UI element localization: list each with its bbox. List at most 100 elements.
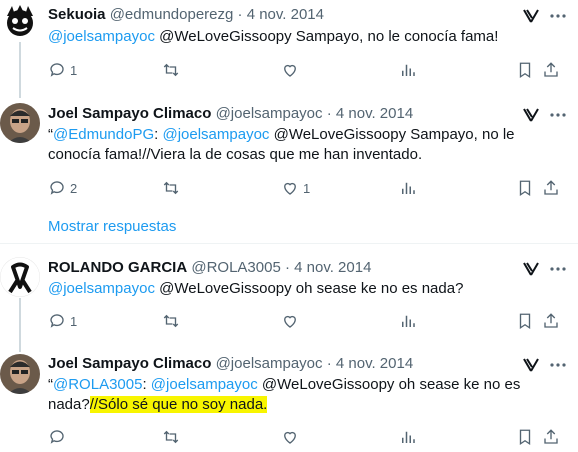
retweet-icon [163, 430, 179, 444]
like-button[interactable] [281, 428, 299, 446]
bookmark-button[interactable] [516, 179, 534, 197]
views-icon [402, 64, 415, 76]
retweet-icon [163, 63, 179, 77]
like-icon [284, 182, 296, 195]
grok-icon[interactable] [521, 355, 541, 375]
thread-line [19, 298, 21, 352]
action-bar: 1 [48, 312, 568, 332]
separator-dot: · [284, 259, 290, 276]
retweet-icon [163, 314, 179, 328]
mention-link[interactable]: @joelsampayoc [48, 280, 155, 297]
bookmark-icon [519, 62, 531, 79]
reply-icon [50, 63, 64, 77]
more-icon[interactable] [548, 355, 568, 375]
tweet-text: “@EdmundoPG: @joelsampayoc @WeLoveGissoo… [48, 125, 528, 165]
author-handle[interactable]: @joelsampayoc [216, 105, 323, 122]
tweet-date[interactable]: 4 nov. 2014 [336, 105, 413, 122]
author-name[interactable]: Sekuoia [48, 6, 106, 23]
tweet-header: ROLANDO GARCIA @ROLA3005 · 4 nov. 2014 [48, 258, 371, 278]
views-button[interactable] [399, 312, 417, 330]
tweet-text-segment: : [142, 376, 151, 393]
mention-link[interactable]: @ROLA3005 [53, 376, 142, 393]
tweet-header: Sekuoia @edmundoperezg · 4 nov. 2014 [48, 5, 324, 25]
tweet-text: @joelsampayoc @WeLoveGissoopy oh sease k… [48, 279, 538, 299]
reply-button[interactable]: 2 [48, 179, 77, 197]
avatar[interactable] [0, 2, 40, 42]
action-bar: 2 1 [48, 179, 568, 199]
views-button[interactable] [399, 61, 417, 79]
share-button[interactable] [542, 179, 560, 197]
bookmark-button[interactable] [516, 428, 534, 446]
bookmark-icon [519, 429, 531, 446]
grok-icon[interactable] [521, 105, 541, 125]
share-icon [544, 429, 558, 444]
views-button[interactable] [399, 179, 417, 197]
author-handle[interactable]: @ROLA3005 [191, 259, 280, 276]
mention-link[interactable]: @joelsampayoc [162, 126, 269, 143]
tweet-2[interactable]: Joel Sampayo Climaco @joelsampayoc · 4 n… [0, 99, 578, 209]
like-button[interactable] [281, 61, 303, 79]
share-button[interactable] [542, 312, 560, 330]
views-button[interactable] [399, 428, 417, 446]
bookmark-button[interactable] [516, 312, 534, 330]
author-name[interactable]: Joel Sampayo Climaco [48, 355, 211, 372]
author-name[interactable]: Joel Sampayo Climaco [48, 105, 211, 122]
reply-count: 2 [70, 180, 78, 196]
share-icon [544, 180, 558, 195]
views-icon [402, 315, 415, 327]
tweet-4[interactable]: Joel Sampayo Climaco @joelsampayoc · 4 n… [0, 354, 578, 452]
share-icon [544, 313, 558, 328]
action-bar [48, 428, 568, 448]
reply-icon [50, 181, 64, 195]
tweet-text-segment: @WeLoveGissoopy Sampayo, no le conocía f… [154, 28, 499, 45]
reply-button[interactable] [48, 428, 66, 446]
like-button[interactable] [281, 312, 303, 330]
mention-link[interactable]: @joelsampayoc [151, 376, 258, 393]
author-handle[interactable]: @joelsampayoc [216, 355, 323, 372]
author-handle[interactable]: @edmundoperezg [110, 6, 234, 23]
author-name[interactable]: ROLANDO GARCIA [48, 259, 187, 276]
mention-link[interactable]: @joelsampayoc [48, 28, 155, 45]
like-icon [284, 315, 296, 328]
share-button[interactable] [542, 61, 560, 79]
action-bar: 1 [48, 61, 568, 81]
more-icon[interactable] [548, 259, 568, 279]
avatar[interactable] [0, 257, 40, 297]
show-replies-link[interactable]: Mostrar respuestas [48, 218, 176, 235]
divider [0, 243, 578, 244]
bookmark-button[interactable] [516, 61, 534, 79]
separator-dot: · [237, 6, 243, 23]
share-icon [544, 62, 558, 77]
tweet-text: @joelsampayoc @WeLoveGissoopy Sampayo, n… [48, 27, 538, 47]
tweet-date[interactable]: 4 nov. 2014 [294, 259, 371, 276]
mention-link[interactable]: @EdmundoPG [53, 126, 154, 143]
tweet-3[interactable]: ROLANDO GARCIA @ROLA3005 · 4 nov. 2014 @… [0, 256, 578, 352]
separator-dot: · [326, 105, 332, 122]
tweet-text-segment: @WeLoveGissoopy oh sease ke no es nada? [154, 280, 464, 297]
more-icon[interactable] [548, 6, 568, 26]
reply-icon [50, 314, 64, 328]
grok-icon[interactable] [521, 6, 541, 26]
retweet-button[interactable] [162, 312, 184, 330]
tweet-text: “@ROLA3005: @joelsampayoc @WeLoveGissoop… [48, 375, 528, 415]
grok-icon[interactable] [521, 259, 541, 279]
avatar[interactable] [0, 103, 40, 143]
reply-icon [50, 430, 64, 444]
like-icon [284, 431, 296, 444]
retweet-button[interactable] [162, 428, 180, 446]
like-button[interactable]: 1 [281, 179, 310, 197]
avatar[interactable] [0, 354, 40, 394]
reply-button[interactable]: 1 [48, 61, 77, 79]
share-button[interactable] [542, 428, 560, 446]
bookmark-icon [519, 180, 531, 197]
tweet-1[interactable]: Sekuoia @edmundoperezg · 4 nov. 2014 @jo… [0, 0, 578, 98]
reply-count: 1 [70, 313, 78, 329]
tweet-date[interactable]: 4 nov. 2014 [336, 355, 413, 372]
reply-button[interactable]: 1 [48, 312, 77, 330]
views-icon [402, 431, 415, 443]
retweet-button[interactable] [162, 179, 184, 197]
more-icon[interactable] [548, 105, 568, 125]
tweet-header: Joel Sampayo Climaco @joelsampayoc · 4 n… [48, 354, 413, 374]
tweet-date[interactable]: 4 nov. 2014 [247, 6, 324, 23]
retweet-button[interactable] [162, 61, 184, 79]
